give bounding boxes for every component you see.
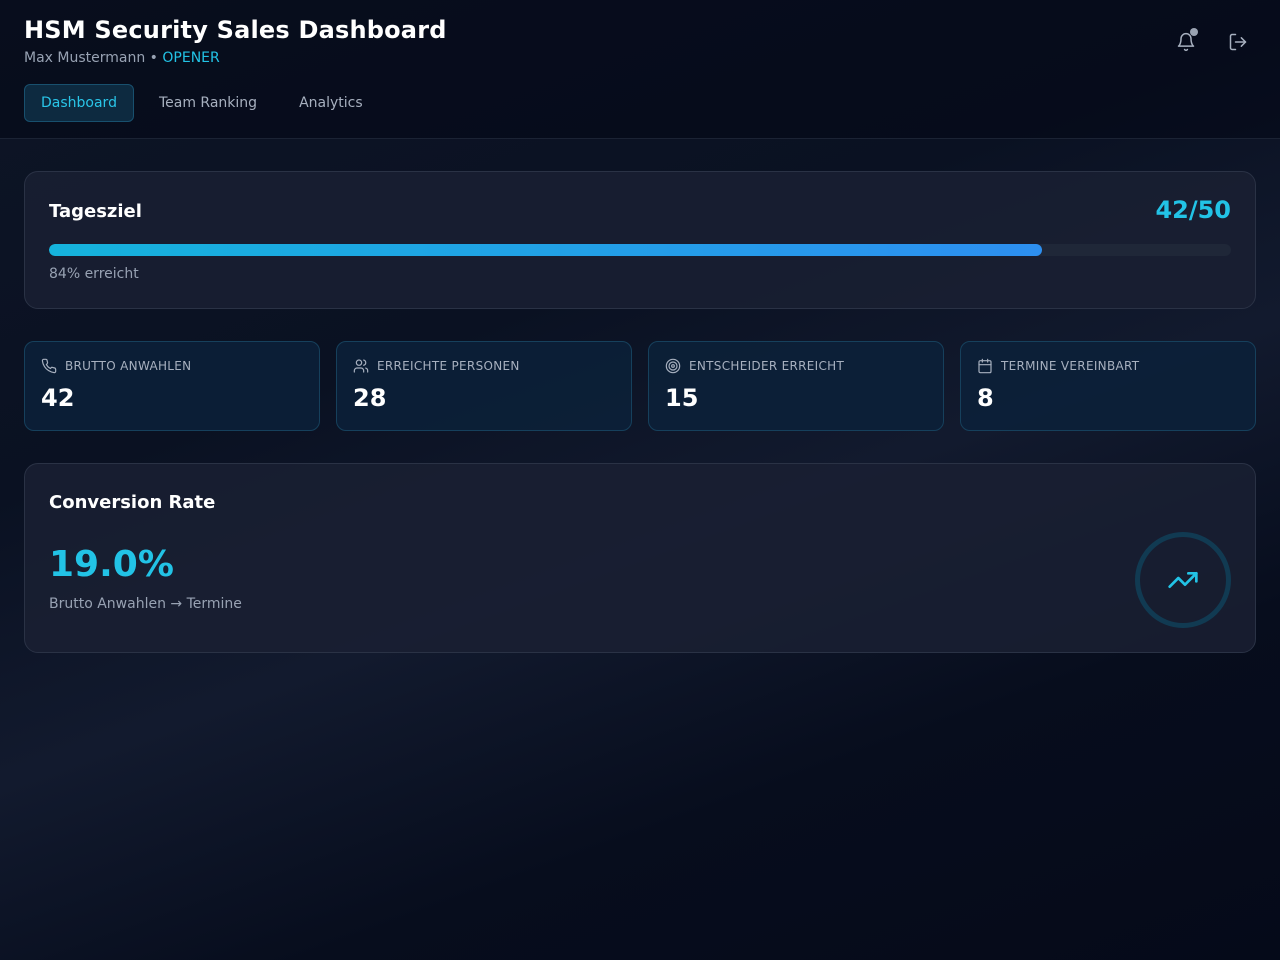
daily-goal-caption: 84% erreicht (49, 266, 139, 282)
notifications-button[interactable] (1172, 28, 1200, 56)
calendar-icon (978, 358, 992, 374)
user-name: Max Mustermann (24, 50, 146, 66)
daily-goal-progress-bar (49, 244, 1231, 256)
tab-dashboard[interactable]: Dashboard (24, 84, 134, 122)
page-title: HSM Security Sales Dashboard (24, 16, 447, 44)
stat-label: ENTSCHEIDER ERREICHT (689, 359, 845, 373)
user-role-badge: OPENER (162, 50, 220, 66)
logout-icon (1229, 33, 1247, 51)
target-icon (665, 358, 681, 374)
logout-button[interactable] (1224, 28, 1252, 56)
stat-label: TERMINE VEREINBART (1001, 359, 1140, 373)
stat-card-termine-vereinbart: TERMINE VEREINBART 8 (960, 341, 1256, 431)
stat-value: 8 (977, 384, 994, 412)
phone-icon (41, 358, 57, 374)
main-tabs: Dashboard Team Ranking Analytics (24, 84, 388, 122)
app-header: HSM Security Sales Dashboard Max Musterm… (0, 0, 1280, 139)
user-separator: • (145, 50, 163, 66)
daily-goal-value: 42/50 (1155, 196, 1231, 224)
daily-goal-title: Tagesziel (49, 201, 142, 222)
conversion-rate-title: Conversion Rate (49, 492, 216, 513)
stat-card-brutto-anwahlen: BRUTTO ANWAHLEN 42 (24, 341, 320, 431)
notification-dot (1190, 28, 1198, 36)
conversion-rate-card: Conversion Rate 19.0% Brutto Anwahlen → … (24, 463, 1256, 653)
stat-card-erreichte-personen: ERREICHTE PERSONEN 28 (336, 341, 632, 431)
daily-goal-progress-fill (49, 244, 1042, 256)
daily-goal-card: Tagesziel 42/50 84% erreicht (24, 171, 1256, 309)
conversion-rate-caption: Brutto Anwahlen → Termine (49, 596, 242, 612)
conversion-rate-ring (1135, 532, 1231, 628)
user-info: Max Mustermann • OPENER (24, 50, 220, 66)
users-icon (353, 359, 369, 373)
stat-value: 42 (41, 384, 75, 412)
stat-card-entscheider-erreicht: ENTSCHEIDER ERREICHT 15 (648, 341, 944, 431)
stats-row: BRUTTO ANWAHLEN 42 ERREICHTE PERSONEN 28… (24, 341, 1256, 431)
stat-value: 15 (665, 384, 699, 412)
trending-up-icon (1168, 572, 1198, 588)
tab-team-ranking[interactable]: Team Ranking (142, 84, 274, 122)
tab-analytics[interactable]: Analytics (282, 84, 380, 122)
stat-label: BRUTTO ANWAHLEN (65, 359, 192, 373)
conversion-rate-value: 19.0% (49, 544, 174, 585)
stat-label: ERREICHTE PERSONEN (377, 359, 520, 373)
stat-value: 28 (353, 384, 387, 412)
